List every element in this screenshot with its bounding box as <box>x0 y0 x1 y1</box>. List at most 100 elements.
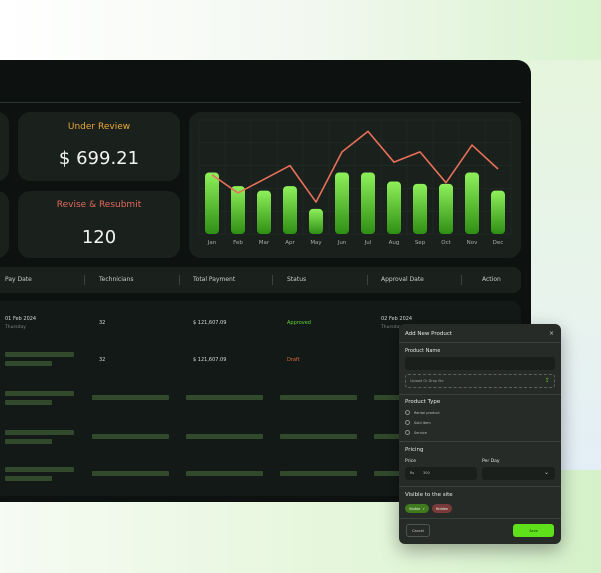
placeholder-bar <box>92 471 169 476</box>
total-payment-cell: $ 121,607.09 <box>193 357 227 363</box>
upload-icon: ⇪ <box>545 377 551 384</box>
bar-may[interactable] <box>309 208 323 234</box>
header-pay-date[interactable]: Pay Date <box>5 276 32 283</box>
header-separator <box>367 275 368 285</box>
bar-apr[interactable] <box>283 186 297 234</box>
placeholder-bar <box>186 434 263 439</box>
check-icon: ✓ <box>422 506 426 511</box>
revise-resubmit-value: 120 <box>81 227 117 248</box>
placeholder-bar <box>5 391 74 396</box>
placeholder-bar <box>5 361 52 366</box>
placeholder-bar <box>5 352 74 357</box>
placeholder-bar <box>5 439 52 444</box>
under-review-card[interactable]: Under Review $ 699.21 <box>18 112 180 181</box>
bar-jul[interactable] <box>361 172 375 234</box>
x-tick-label: Sep <box>415 240 426 246</box>
stat-card-partial-bottom <box>0 191 9 258</box>
x-tick-label: Nov <box>467 240 478 246</box>
total-payment-cell: $ 121,607.09 <box>193 320 227 326</box>
upload-dropzone[interactable]: Upload Or Drop file ⇪ <box>405 374 555 388</box>
chevron-down-icon: ⌄ <box>544 469 550 476</box>
table-header: Pay Date Technicians Total Payment Statu… <box>0 267 521 293</box>
placeholder-bar <box>5 467 74 472</box>
upload-label: Upload Or Drop file <box>410 379 444 383</box>
close-icon[interactable]: × <box>549 330 554 337</box>
radio-service[interactable] <box>405 430 410 435</box>
radio-service-label: Service <box>414 431 427 435</box>
x-tick-label: Aug <box>389 240 400 246</box>
bar-jan[interactable] <box>205 172 219 234</box>
placeholder-bar <box>280 471 357 476</box>
radio-sold-item[interactable] <box>405 420 410 425</box>
x-tick-label: Mar <box>259 240 270 246</box>
bar-oct[interactable] <box>439 183 453 234</box>
header-separator <box>84 275 85 285</box>
radio-sold-item-label: Sold Item <box>414 421 431 425</box>
bar-nov[interactable] <box>465 172 479 234</box>
header-separator <box>179 275 180 285</box>
save-button[interactable]: Save <box>513 524 554 537</box>
x-tick-label: May <box>310 240 322 246</box>
pricing-label: Pricing <box>405 447 424 453</box>
monthly-chart: Jan Feb Mar Apr May Jun Jul Aug Sep Oct Nov Dec <box>198 119 512 246</box>
cancel-button[interactable]: Cancel <box>406 524 430 537</box>
pay-day-cell: Thursday <box>5 325 26 330</box>
add-product-modal: Add New Product × Product Name Upload Or… <box>399 324 561 544</box>
placeholder-bar <box>5 430 74 435</box>
per-day-select[interactable]: ⌄ <box>482 467 555 480</box>
x-tick-label: Oct <box>441 240 451 246</box>
revise-resubmit-card[interactable]: Revise & Resubmit 120 <box>18 191 180 258</box>
product-type-label: Product Type <box>405 399 441 405</box>
placeholder-bar <box>280 395 357 400</box>
stat-card-partial-top <box>0 112 9 181</box>
radio-rental-label: Rental product <box>414 411 440 415</box>
price-input[interactable]: Rs 300 <box>405 467 477 480</box>
bar-sep[interactable] <box>413 183 427 234</box>
placeholder-bar <box>280 434 357 439</box>
hidden-toggle[interactable]: Hidden <box>432 504 452 513</box>
placeholder-bar <box>92 395 169 400</box>
per-day-label: Per Day <box>482 459 500 464</box>
technicians-cell: 32 <box>99 320 106 326</box>
placeholder-bar <box>5 400 52 405</box>
bar-mar[interactable] <box>257 190 271 234</box>
price-currency: Rs <box>410 471 415 475</box>
header-approval-date[interactable]: Approval Date <box>381 276 424 283</box>
modal-divider <box>399 518 561 519</box>
modal-divider <box>399 486 561 487</box>
revise-resubmit-label: Revise & Resubmit <box>56 200 142 210</box>
header-divider <box>0 102 521 103</box>
header-status[interactable]: Status <box>287 276 306 283</box>
price-label: Price <box>405 459 416 464</box>
modal-divider <box>399 441 561 442</box>
bar-jun[interactable] <box>335 172 349 234</box>
x-tick-label: Dec <box>493 240 504 246</box>
under-review-value: $ 699.21 <box>58 148 140 169</box>
bar-dec[interactable] <box>491 190 505 234</box>
placeholder-bar <box>5 476 52 481</box>
placeholder-bar <box>186 471 263 476</box>
modal-divider <box>399 342 561 343</box>
modal-divider <box>399 394 561 395</box>
monthly-chart-card: Jan Feb Mar Apr May Jun Jul Aug Sep Oct Nov Dec <box>189 112 521 258</box>
product-name-input[interactable] <box>405 357 555 370</box>
x-tick-label: Feb <box>233 240 243 246</box>
technicians-cell: 32 <box>99 357 106 363</box>
x-tick-label: Apr <box>285 240 295 246</box>
visible-label: Visible to the site <box>405 492 453 498</box>
hidden-toggle-label: Hidden <box>435 506 449 511</box>
modal-title: Add New Product <box>405 331 453 337</box>
x-tick-label: Jan <box>207 240 217 246</box>
header-technicians[interactable]: Technicians <box>99 276 133 283</box>
radio-rental[interactable] <box>405 410 410 415</box>
header-total-payment[interactable]: Total Payment <box>193 276 235 283</box>
bar-aug[interactable] <box>387 181 401 234</box>
price-value: 300 <box>423 471 430 475</box>
x-tick-label: Jun <box>337 240 347 246</box>
visible-toggle[interactable]: Visible ✓ <box>405 504 429 513</box>
header-separator <box>461 275 462 285</box>
under-review-label: Under Review <box>67 122 131 132</box>
placeholder-bar <box>92 434 169 439</box>
visible-toggle-label: Visible <box>408 506 421 511</box>
header-action: Action <box>482 276 501 283</box>
